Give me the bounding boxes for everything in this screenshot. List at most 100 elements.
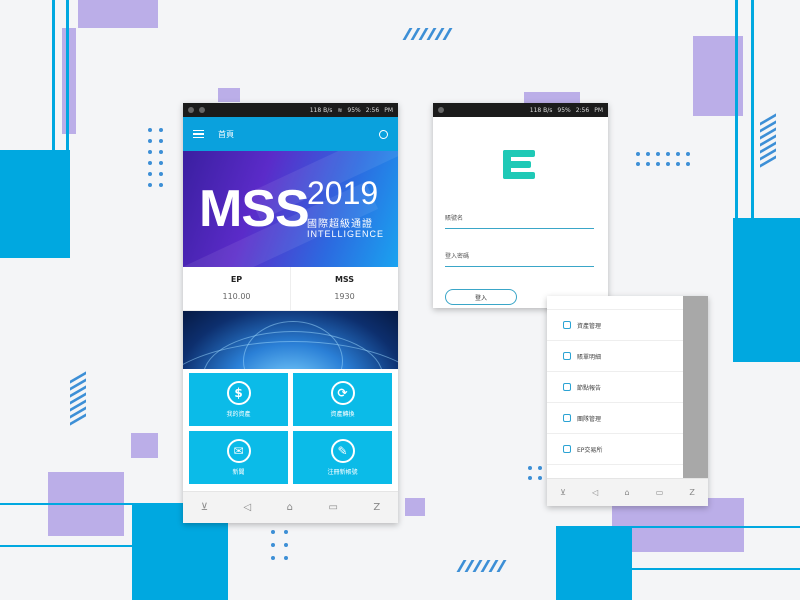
nav-extra-icon[interactable]: Z: [373, 502, 380, 513]
register-icon: ✎: [330, 439, 355, 463]
nav-back-icon[interactable]: ◁: [592, 488, 598, 497]
decor-hatch: [70, 371, 86, 426]
clock-ampm: PM: [384, 106, 393, 114]
decor-line: [52, 0, 55, 150]
notification-icon: [199, 107, 205, 113]
menu-item-label: 團隊管理: [577, 415, 602, 423]
team-icon: [563, 414, 571, 422]
network-speed: 118 B/s: [529, 106, 553, 114]
tile-label: 新聞: [232, 469, 245, 476]
system-nav-bar: ⊻ ◁ ⌂ ▭ Z: [547, 478, 708, 506]
menu-item-node-report[interactable]: 節點報告: [547, 372, 683, 403]
home-screen: 118 B/s ≋ 95% 2:56 PM 首頁 MSS 2019 國際超級通證…: [183, 103, 398, 523]
app-bar: 首頁: [183, 117, 398, 151]
clock: 2:56: [365, 106, 380, 114]
decor-purple-rect: [218, 88, 240, 102]
mail-icon: ✉: [226, 439, 251, 463]
decor-line: [612, 526, 800, 528]
decor-dots: [636, 152, 690, 166]
decor-dots: [528, 466, 542, 480]
clock-ampm: PM: [594, 106, 603, 114]
clock: 2:56: [575, 106, 590, 114]
tile-label: 我的資產: [226, 411, 251, 418]
decor-hatch: [402, 28, 453, 40]
decor-purple-rect: [131, 433, 158, 458]
tile-label: 資產轉換: [330, 411, 355, 418]
stat-ep: EP 110.00: [183, 267, 290, 310]
banner-year: 2019: [307, 175, 379, 211]
feature-tiles: $ 我的資產 ⟳ 資產轉換 ✉ 新聞 ✎ 注冊新帳號: [189, 373, 392, 484]
nav-back-icon[interactable]: ◁: [244, 502, 252, 513]
page-title: 首頁: [218, 129, 234, 139]
menu-item-ep-exchange[interactable]: EP交易所: [547, 434, 683, 465]
bill-icon: [563, 352, 571, 360]
decor-dots: [271, 530, 288, 560]
drawer-scrim[interactable]: [683, 296, 708, 478]
notification-icon: [438, 107, 444, 113]
menu-screen: 資產管理 賬單明細 節點報告 團隊管理 EP交易所 ⊻ ◁ ⌂ ▭ Z: [547, 296, 708, 506]
banner-brand: MSS: [199, 180, 310, 238]
network-speed: 118 B/s: [309, 106, 333, 114]
decor-line: [66, 0, 69, 150]
decor-purple-rect: [405, 498, 425, 516]
nav-down-icon[interactable]: ⊻: [201, 502, 208, 513]
exchange-icon: ⟳: [330, 381, 355, 405]
drawer-menu: 資產管理 賬單明細 節點報告 團隊管理 EP交易所: [547, 296, 683, 465]
decor-blue-rect: [733, 218, 800, 362]
report-icon: [563, 383, 571, 391]
wifi-icon: ≋: [337, 106, 343, 114]
tile-my-assets[interactable]: $ 我的資產: [189, 373, 288, 426]
tile-asset-conversion[interactable]: ⟳ 資產轉換: [293, 373, 392, 426]
username-field[interactable]: 賬號名: [445, 213, 594, 229]
battery-level: 95%: [557, 106, 571, 114]
menu-item-label: 賬單明細: [577, 353, 602, 361]
nav-down-icon[interactable]: ⊻: [560, 488, 566, 497]
nav-extra-icon[interactable]: Z: [689, 488, 694, 497]
nav-home-icon[interactable]: ⌂: [287, 502, 293, 513]
nav-recent-icon[interactable]: ▭: [656, 488, 664, 497]
stat-label: EP: [230, 275, 243, 284]
decor-line: [0, 503, 180, 505]
password-label: 登入密碼: [445, 253, 470, 260]
notification-icon: [188, 107, 194, 113]
password-field[interactable]: 登入密碼: [445, 251, 594, 267]
username-label: 賬號名: [445, 215, 464, 222]
decor-line: [612, 568, 800, 570]
promo-banner[interactable]: MSS 2019 國際超級通證 INTELLIGENCE: [183, 151, 398, 267]
system-nav-bar: ⊻ ◁ ⌂ ▭ Z: [183, 491, 398, 523]
status-bar: 118 B/s 95% 2:56 PM: [433, 103, 608, 117]
menu-item-bill-details[interactable]: 賬單明細: [547, 341, 683, 372]
stat-label: MSS: [334, 275, 355, 284]
login-button[interactable]: 登入: [445, 289, 517, 305]
status-bar: 118 B/s ≋ 95% 2:56 PM: [183, 103, 398, 117]
decor-blue-rect: [556, 526, 632, 600]
tile-news[interactable]: ✉ 新聞: [189, 431, 288, 484]
menu-icon[interactable]: [193, 129, 204, 139]
tile-label: 注冊新帳號: [327, 469, 358, 476]
app-logo-icon: [503, 150, 535, 179]
menu-item-asset-management[interactable]: 資產管理: [547, 310, 683, 341]
decor-hatch: [456, 560, 507, 572]
globe-image: [183, 311, 398, 369]
menu-item-team-management[interactable]: 團隊管理: [547, 403, 683, 434]
decor-purple-rect: [78, 0, 158, 28]
menu-item-label: 資產管理: [577, 322, 602, 330]
balance-stats: EP 110.00 MSS 1930: [183, 267, 398, 311]
profile-icon[interactable]: [379, 129, 388, 139]
battery-level: 95%: [347, 106, 361, 114]
nav-home-icon[interactable]: ⌂: [624, 488, 629, 497]
nav-recent-icon[interactable]: ▭: [328, 502, 337, 513]
decor-line: [751, 0, 754, 218]
login-screen: 118 B/s 95% 2:56 PM 賬號名 登入密碼 登入: [433, 103, 608, 308]
decor-line: [735, 0, 738, 218]
decor-hatch: [760, 113, 776, 168]
asset-icon: [563, 321, 571, 329]
tile-register[interactable]: ✎ 注冊新帳號: [293, 431, 392, 484]
exchange-market-icon: [563, 445, 571, 453]
decor-dots: [148, 128, 163, 187]
menu-item-label: EP交易所: [577, 446, 603, 454]
decor-purple-rect: [62, 28, 76, 134]
stat-value: 1930: [334, 292, 355, 301]
menu-item-label: 節點報告: [577, 384, 602, 392]
stat-mss: MSS 1930: [290, 267, 398, 310]
